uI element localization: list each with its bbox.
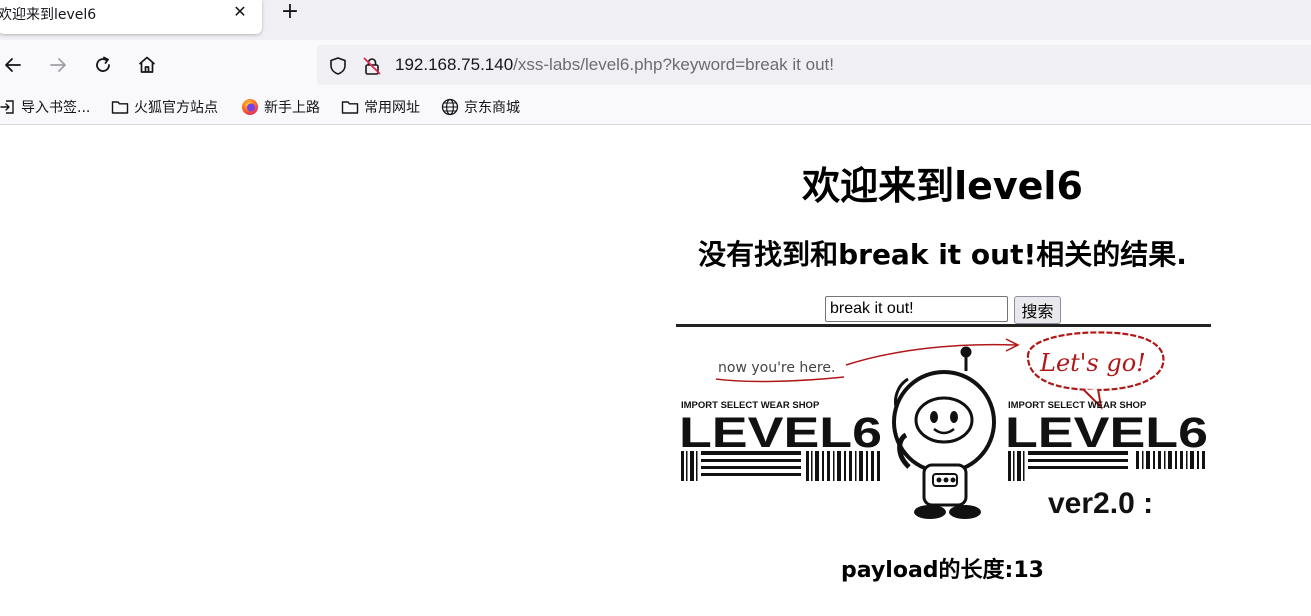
banner-version: ver2.0 : <box>1048 487 1153 520</box>
active-tab[interactable]: 欢迎来到level6 ✕ <box>0 0 262 34</box>
shield-icon[interactable] <box>328 56 348 76</box>
address-bar[interactable]: 192.168.75.140/xss-labs/level6.php?keywo… <box>317 45 1311 85</box>
url-text[interactable]: 192.168.75.140/xss-labs/level6.php?keywo… <box>395 55 834 75</box>
reload-icon <box>96 56 110 72</box>
banner-tagline: now you're here. <box>718 360 835 376</box>
banner-level-left: LEVEL6 <box>679 409 882 457</box>
insecure-lock-icon[interactable] <box>362 56 382 76</box>
bookmark-label: 火狐官方站点 <box>134 100 218 116</box>
banner-level-right: LEVEL6 <box>1005 409 1208 457</box>
globe-icon <box>441 98 459 116</box>
url-path: /xss-labs/level6.php?keyword=break it ou… <box>513 55 834 74</box>
back-button[interactable] <box>0 52 26 78</box>
bookmark-import[interactable]: 导入书签... <box>0 96 90 118</box>
forward-button[interactable] <box>45 52 71 78</box>
level-banner-image: now you're here. Let's go! IMPORT SELECT… <box>676 324 1211 523</box>
forward-arrow-icon <box>50 58 66 72</box>
robot-mascot <box>892 346 996 519</box>
home-button[interactable] <box>134 52 160 78</box>
search-result-message: 没有找到和break it out!相关的结果. <box>698 238 1187 271</box>
back-arrow-icon <box>5 58 21 72</box>
payload-length: payload的长度:13 <box>841 558 1044 583</box>
bookmarks-toolbar: 导入书签... 火狐官方站点 新手上路 常用网址 京东商城 <box>0 90 1311 125</box>
bookmark-label: 导入书签... <box>21 100 91 116</box>
import-icon <box>0 100 14 114</box>
bookmark-common-sites[interactable]: 常用网址 <box>341 96 420 118</box>
firefox-icon <box>242 99 258 115</box>
page-content: 欢迎来到level6 没有找到和break it out!相关的结果. 搜索 n… <box>0 125 1311 616</box>
search-button[interactable]: 搜索 <box>1014 296 1061 324</box>
bookmark-jd[interactable]: 京东商城 <box>441 96 520 118</box>
bookmark-getting-started[interactable]: 新手上路 <box>241 96 320 118</box>
banner-callout: Let's go! <box>1039 349 1146 377</box>
keyword-input[interactable] <box>825 296 1008 322</box>
page-title: 欢迎来到level6 <box>802 164 1083 208</box>
close-tab-icon[interactable]: ✕ <box>231 3 249 21</box>
tab-strip: 欢迎来到level6 ✕ + <box>0 0 1311 40</box>
home-icon <box>138 56 156 73</box>
folder-icon <box>341 101 359 114</box>
bookmark-label: 京东商城 <box>464 100 520 116</box>
tab-title: 欢迎来到level6 <box>0 7 97 23</box>
folder-icon <box>111 101 129 114</box>
bookmark-label: 常用网址 <box>364 100 420 116</box>
url-host: 192.168.75.140 <box>395 55 514 74</box>
bookmark-firefox-site[interactable]: 火狐官方站点 <box>111 96 218 118</box>
level-banner-art: now you're here. Let's go! IMPORT SELECT… <box>679 331 1208 520</box>
navigation-toolbar: 192.168.75.140/xss-labs/level6.php?keywo… <box>0 40 1311 90</box>
new-tab-button[interactable]: + <box>278 0 302 24</box>
bookmark-label: 新手上路 <box>264 100 320 116</box>
reload-button[interactable] <box>90 52 116 78</box>
